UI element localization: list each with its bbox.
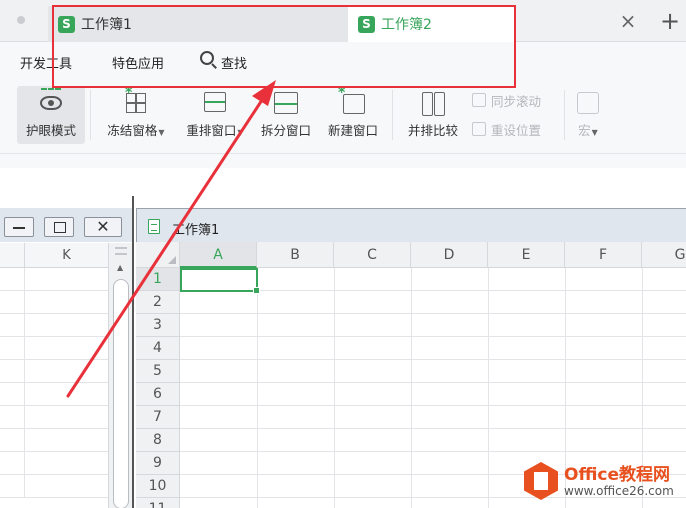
close-window-icon[interactable]: ✕: [84, 217, 122, 237]
table-row[interactable]: [180, 406, 686, 429]
reset-position-button[interactable]: 重设位置: [472, 120, 541, 138]
table-row[interactable]: [180, 291, 686, 314]
divider: [392, 90, 393, 140]
row-header-8[interactable]: 8: [136, 429, 180, 452]
column-header-a[interactable]: A: [180, 242, 257, 268]
left-column-header: K: [0, 243, 108, 268]
watermark-url: www.office26.com: [564, 484, 674, 498]
add-tab-icon[interactable]: +: [657, 8, 683, 34]
macro-label: 宏: [578, 123, 591, 138]
table-row[interactable]: [0, 268, 108, 291]
sync-scroll-label: 同步滚动: [491, 93, 542, 109]
column-header-c[interactable]: C: [334, 242, 411, 268]
table-row[interactable]: [0, 452, 108, 475]
row-header-11[interactable]: 11: [136, 498, 180, 508]
split-window-icon: [271, 88, 301, 116]
scroll-grip-icon[interactable]: [115, 247, 127, 255]
active-cell-a1[interactable]: [180, 268, 260, 294]
row-header-9[interactable]: 9: [136, 452, 180, 475]
freeze-panes-button[interactable]: * 冻结窗格▼: [98, 85, 174, 144]
reset-position-icon: [472, 122, 486, 136]
minimize-icon[interactable]: [4, 217, 34, 237]
office-logo-icon: [524, 462, 558, 500]
divider: [564, 90, 565, 140]
watermark: Office教程网 www.office26.com: [524, 458, 684, 504]
grid-line: [488, 268, 489, 508]
right-window-title: 工作簿1: [172, 223, 220, 238]
scroll-thumb[interactable]: [113, 279, 129, 508]
split-window-label: 拆分窗口: [260, 123, 311, 138]
column-header-f[interactable]: F: [565, 242, 642, 268]
eye-mode-button[interactable]: 护眼模式: [17, 86, 85, 144]
eye-mode-label: 护眼模式: [25, 123, 76, 138]
arrange-windows-icon: [200, 88, 230, 116]
maximize-icon[interactable]: [44, 217, 74, 237]
table-row[interactable]: [0, 314, 108, 337]
close-tab-icon[interactable]: ×: [617, 10, 639, 32]
table-row[interactable]: [0, 429, 108, 452]
watermark-title: Office教程网: [564, 465, 671, 485]
arrange-windows-button[interactable]: 重排窗口▼: [178, 86, 252, 144]
formula-area: [0, 168, 686, 196]
scroll-up-icon[interactable]: ▲: [117, 263, 123, 272]
new-window-label: 新建窗口: [327, 123, 378, 138]
row-header-7[interactable]: 7: [136, 406, 180, 429]
divider: [90, 90, 91, 140]
table-row[interactable]: [180, 360, 686, 383]
column-header-e[interactable]: E: [488, 242, 565, 268]
new-window-button[interactable]: 新建窗口: [323, 85, 383, 144]
column-header-d[interactable]: D: [411, 242, 488, 268]
grid-line: [257, 268, 258, 508]
freeze-panes-label: 冻结窗格: [107, 123, 158, 138]
window-dot-icon: [17, 16, 25, 24]
grid-line: [411, 268, 412, 508]
compare-icon: [418, 88, 448, 116]
freeze-panes-icon: *: [121, 85, 151, 116]
table-row[interactable]: [0, 406, 108, 429]
table-row[interactable]: [180, 337, 686, 360]
eye-icon: [36, 88, 66, 116]
column-header-g[interactable]: G: [642, 242, 686, 268]
table-row[interactable]: [0, 337, 108, 360]
row-header-5[interactable]: 5: [136, 360, 180, 383]
arrange-windows-label: 重排窗口: [186, 123, 237, 138]
sync-scroll-button[interactable]: 同步滚动: [472, 91, 541, 109]
row-header-10[interactable]: 10: [136, 475, 180, 498]
table-row[interactable]: [0, 475, 108, 498]
table-row[interactable]: [0, 360, 108, 383]
table-row[interactable]: [180, 383, 686, 406]
column-header-b[interactable]: B: [257, 242, 334, 268]
vertical-scrollbar[interactable]: ▲: [108, 243, 132, 508]
ribbon-footer: [0, 154, 686, 168]
side-by-side-label: 并排比较: [407, 123, 458, 138]
row-header-6[interactable]: 6: [136, 383, 180, 406]
split-window-button[interactable]: 拆分窗口: [256, 86, 316, 144]
grid-line: [334, 268, 335, 508]
macro-icon: [573, 88, 603, 116]
new-window-icon: [338, 85, 368, 116]
workbook-doc-icon: [148, 219, 160, 234]
red-highlight-box: [52, 5, 516, 88]
table-row[interactable]: [180, 314, 686, 337]
reset-position-label: 重设位置: [491, 122, 542, 138]
table-row[interactable]: [180, 429, 686, 452]
sync-scroll-icon: [472, 93, 486, 107]
select-all-corner[interactable]: [136, 242, 180, 268]
column-header-k[interactable]: K: [24, 243, 108, 268]
macro-button[interactable]: 宏▼: [570, 86, 606, 144]
row-header-4[interactable]: 4: [136, 337, 180, 360]
table-row[interactable]: [0, 291, 108, 314]
side-by-side-button[interactable]: 并排比较: [402, 86, 464, 144]
row-header-1[interactable]: 1: [136, 268, 180, 291]
table-row[interactable]: [0, 383, 108, 406]
row-header-2[interactable]: 2: [136, 291, 180, 314]
row-header-3[interactable]: 3: [136, 314, 180, 337]
